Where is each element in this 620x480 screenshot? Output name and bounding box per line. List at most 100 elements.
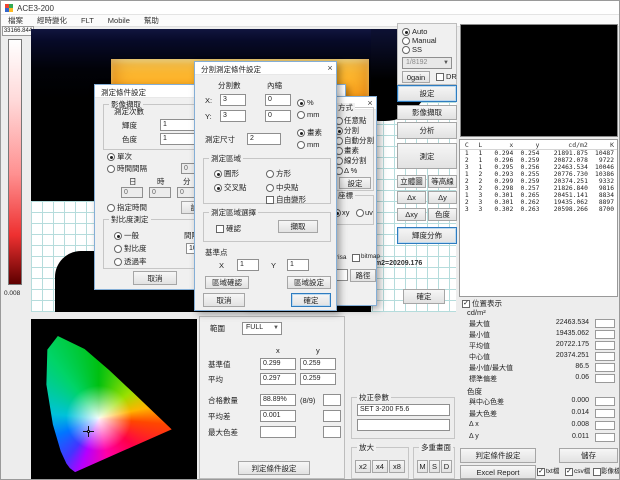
dialog-title-bar[interactable]: 分割測定條件設定 bbox=[195, 62, 336, 75]
chroma-count-field[interactable]: 1 bbox=[160, 133, 198, 145]
position-display-checkbox[interactable]: ✓ bbox=[462, 300, 470, 308]
stat-box[interactable] bbox=[595, 374, 615, 383]
calibration-field-1[interactable]: SET 3-200 F5.6 bbox=[357, 404, 450, 416]
table-row[interactable]: 210.2960.25920872.0789722 bbox=[460, 157, 617, 164]
luminance-dist-button[interactable]: 輝度分佈 bbox=[397, 227, 457, 244]
menu-mobile[interactable]: Mobile bbox=[101, 16, 137, 25]
day-field[interactable]: 0 bbox=[121, 187, 143, 198]
base-x-field[interactable]: 1 bbox=[237, 259, 259, 271]
multi-s-button[interactable]: S bbox=[429, 460, 440, 473]
txt-file-checkbox[interactable]: ✓ bbox=[537, 468, 545, 476]
region-confirm-button[interactable]: 區域確認 bbox=[205, 276, 249, 289]
judge-condition-button-2[interactable]: 判定條件設定 bbox=[238, 461, 310, 475]
mm-unit-radio[interactable] bbox=[297, 141, 305, 149]
path-button[interactable]: 路徑 bbox=[350, 269, 376, 282]
table-row[interactable]: 230.3010.26219435.0628897 bbox=[460, 199, 617, 206]
chroma-button[interactable]: 色度 bbox=[428, 208, 457, 221]
specified-time-radio[interactable] bbox=[107, 204, 115, 212]
close-icon[interactable]: × bbox=[324, 63, 336, 74]
table-row[interactable]: 220.2990.25920374.2519332 bbox=[460, 178, 617, 185]
multi-m-button[interactable]: M bbox=[417, 460, 428, 473]
range-select[interactable]: FULL▼ bbox=[242, 322, 282, 335]
avgdiff-field[interactable]: 0.001 bbox=[260, 410, 296, 422]
stat-box[interactable] bbox=[595, 409, 615, 418]
table-row[interactable]: 120.2930.25520776.73010386 bbox=[460, 171, 617, 178]
pixel-unit-radio[interactable] bbox=[297, 129, 305, 137]
judge-condition-button[interactable]: 判定條件設定 bbox=[460, 448, 536, 463]
menu-flt[interactable]: FLT bbox=[74, 16, 101, 25]
avg-y-field[interactable]: 0.259 bbox=[300, 373, 336, 385]
ref-x-field[interactable]: 0.299 bbox=[260, 358, 296, 370]
stat-box[interactable] bbox=[595, 330, 615, 339]
confirm-checkbox[interactable] bbox=[216, 225, 224, 233]
csv-file-checkbox[interactable]: ✓ bbox=[565, 468, 573, 476]
dr-checkbox[interactable] bbox=[436, 73, 444, 81]
menu-help[interactable]: 幫助 bbox=[137, 15, 166, 26]
center-radio[interactable] bbox=[266, 184, 274, 192]
menu-file[interactable]: 檔案 bbox=[1, 15, 30, 26]
view3d-button[interactable]: 立體圖 bbox=[397, 175, 426, 188]
stat-box[interactable] bbox=[595, 433, 615, 442]
calibration-field-2[interactable] bbox=[357, 419, 450, 431]
maxdiff-side-box[interactable] bbox=[323, 426, 341, 438]
cancel-button-measure[interactable]: 取消 bbox=[133, 271, 177, 285]
hour-field[interactable]: 0 bbox=[149, 187, 171, 198]
size-field[interactable]: 2 bbox=[247, 133, 281, 145]
y-division-field[interactable]: 3 bbox=[220, 110, 246, 122]
zoom-x8-button[interactable]: x8 bbox=[389, 460, 405, 473]
ok-button[interactable]: 確定 bbox=[291, 293, 331, 307]
analyze-button[interactable]: 分析 bbox=[397, 122, 457, 139]
single-radio[interactable] bbox=[107, 153, 115, 161]
lum-count-field[interactable]: 1 bbox=[160, 119, 198, 131]
table-row[interactable]: 130.3010.26520451.1418834 bbox=[460, 192, 617, 199]
ref-y-field[interactable]: 0.259 bbox=[300, 358, 336, 370]
contrast-radio[interactable] bbox=[114, 245, 122, 253]
image-file-checkbox[interactable] bbox=[593, 468, 601, 476]
measure-button[interactable]: 測定 bbox=[397, 143, 457, 169]
save-button[interactable]: 儲存 bbox=[559, 448, 618, 463]
manual-radio[interactable] bbox=[402, 37, 410, 45]
stat-box[interactable] bbox=[595, 421, 615, 430]
avgdiff-side-box[interactable] bbox=[323, 410, 341, 422]
table-row[interactable]: 320.2980.25721826.8409816 bbox=[460, 185, 617, 192]
shutter-select[interactable]: 1/8192▼ bbox=[402, 57, 452, 69]
cie-diagram[interactable] bbox=[31, 319, 197, 479]
uv-radio[interactable] bbox=[356, 209, 364, 217]
excel-report-button[interactable]: Excel Report bbox=[460, 465, 536, 479]
method-set-button[interactable]: 設定 bbox=[339, 177, 371, 189]
mm-radio[interactable] bbox=[297, 111, 305, 119]
settings-button[interactable]: 設定 bbox=[397, 85, 457, 102]
stat-box[interactable] bbox=[595, 319, 615, 328]
table-row[interactable]: 310.2950.25622463.53410046 bbox=[460, 164, 617, 171]
pass-count-field[interactable]: 88.89% bbox=[260, 394, 296, 406]
region-set-button[interactable]: 區域設定 bbox=[287, 276, 331, 289]
zoom-x2-button[interactable]: x2 bbox=[355, 460, 371, 473]
pass-side-box[interactable] bbox=[323, 394, 341, 406]
circle-radio[interactable] bbox=[214, 170, 222, 178]
delta-x-button[interactable]: Δx bbox=[397, 191, 426, 204]
base-y-field[interactable]: 1 bbox=[287, 259, 309, 271]
capture-button[interactable]: 影像擷取 bbox=[397, 105, 457, 120]
multi-d-button[interactable]: D bbox=[441, 460, 452, 473]
zoom-x4-button[interactable]: x4 bbox=[372, 460, 388, 473]
square-radio[interactable] bbox=[266, 170, 274, 178]
gain-button[interactable]: 0gain bbox=[402, 71, 430, 83]
transmit-radio[interactable] bbox=[114, 258, 122, 266]
table-row[interactable]: 110.2940.25421891.87510487 bbox=[460, 150, 617, 157]
avg-x-field[interactable]: 0.297 bbox=[260, 373, 296, 385]
menu-time-change[interactable]: 經時變化 bbox=[30, 15, 74, 26]
maxdiff-field[interactable] bbox=[260, 426, 296, 438]
table-row[interactable]: 330.3020.26320598.2668700 bbox=[460, 206, 617, 213]
delta-y-button[interactable]: Δy bbox=[428, 191, 457, 204]
grab-button[interactable]: 擷取 bbox=[278, 220, 318, 233]
stat-box[interactable] bbox=[595, 363, 615, 372]
cancel-button[interactable]: 取消 bbox=[203, 293, 245, 307]
percent-radio[interactable] bbox=[297, 99, 305, 107]
ss-radio[interactable] bbox=[402, 46, 410, 54]
ok-button-main[interactable]: 確定 bbox=[403, 289, 445, 304]
x-division-field[interactable]: 3 bbox=[220, 94, 246, 106]
stat-box[interactable] bbox=[595, 397, 615, 406]
stat-box[interactable] bbox=[595, 341, 615, 350]
result-image-view[interactable] bbox=[460, 24, 618, 137]
x-inset-field[interactable]: 0 bbox=[265, 94, 291, 106]
